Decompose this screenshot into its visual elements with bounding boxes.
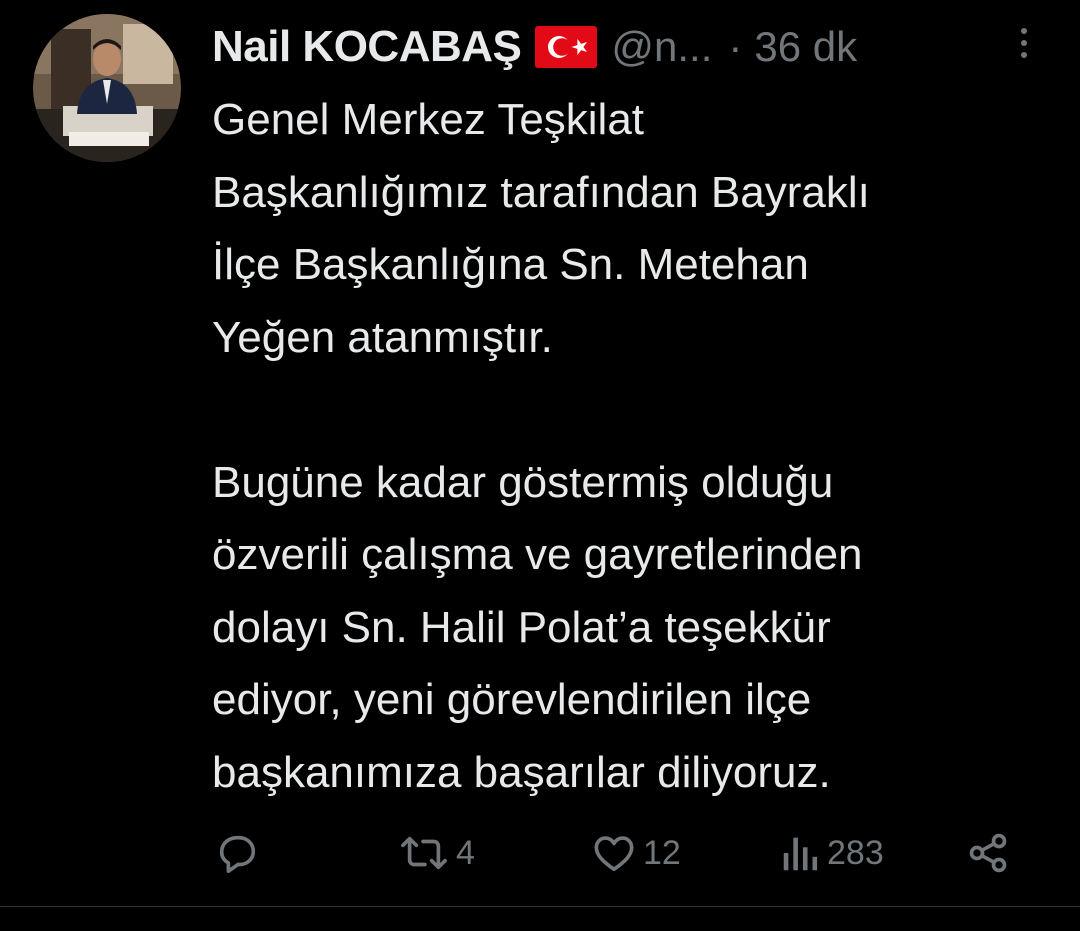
timestamp[interactable]: 36 dk bbox=[754, 23, 857, 71]
views-count: 283 bbox=[827, 833, 884, 872]
views-button[interactable]: 283 bbox=[781, 822, 884, 884]
retweet-icon bbox=[398, 830, 450, 876]
share-button[interactable] bbox=[966, 822, 1016, 884]
divider bbox=[0, 906, 1080, 907]
turkey-flag-icon bbox=[535, 26, 598, 68]
display-name[interactable]: Nail KOCABAŞ bbox=[212, 22, 522, 72]
like-count: 12 bbox=[643, 833, 681, 872]
reply-icon bbox=[214, 830, 260, 876]
views-icon bbox=[781, 830, 821, 876]
heart-icon bbox=[591, 830, 637, 876]
retweet-button[interactable]: 4 bbox=[398, 822, 475, 884]
tweet[interactable]: Nail KOCABAŞ @n... · 36 dk Genel Merkez … bbox=[0, 0, 1080, 906]
reply-button[interactable] bbox=[214, 822, 266, 884]
avatar-image bbox=[33, 14, 181, 162]
share-icon bbox=[966, 830, 1010, 876]
tweet-text: Genel Merkez Teşkilat Başkanlığımız tara… bbox=[212, 95, 870, 797]
tweet-header: Nail KOCABAŞ @n... · 36 dk bbox=[212, 18, 857, 76]
action-bar: 4 12 283 bbox=[0, 822, 1080, 884]
separator-dot: · bbox=[728, 23, 743, 70]
like-button[interactable]: 12 bbox=[591, 822, 681, 884]
retweet-count: 4 bbox=[456, 833, 475, 872]
handle[interactable]: @n... bbox=[611, 23, 712, 71]
avatar[interactable] bbox=[33, 14, 181, 162]
more-options-icon[interactable] bbox=[1014, 25, 1034, 61]
